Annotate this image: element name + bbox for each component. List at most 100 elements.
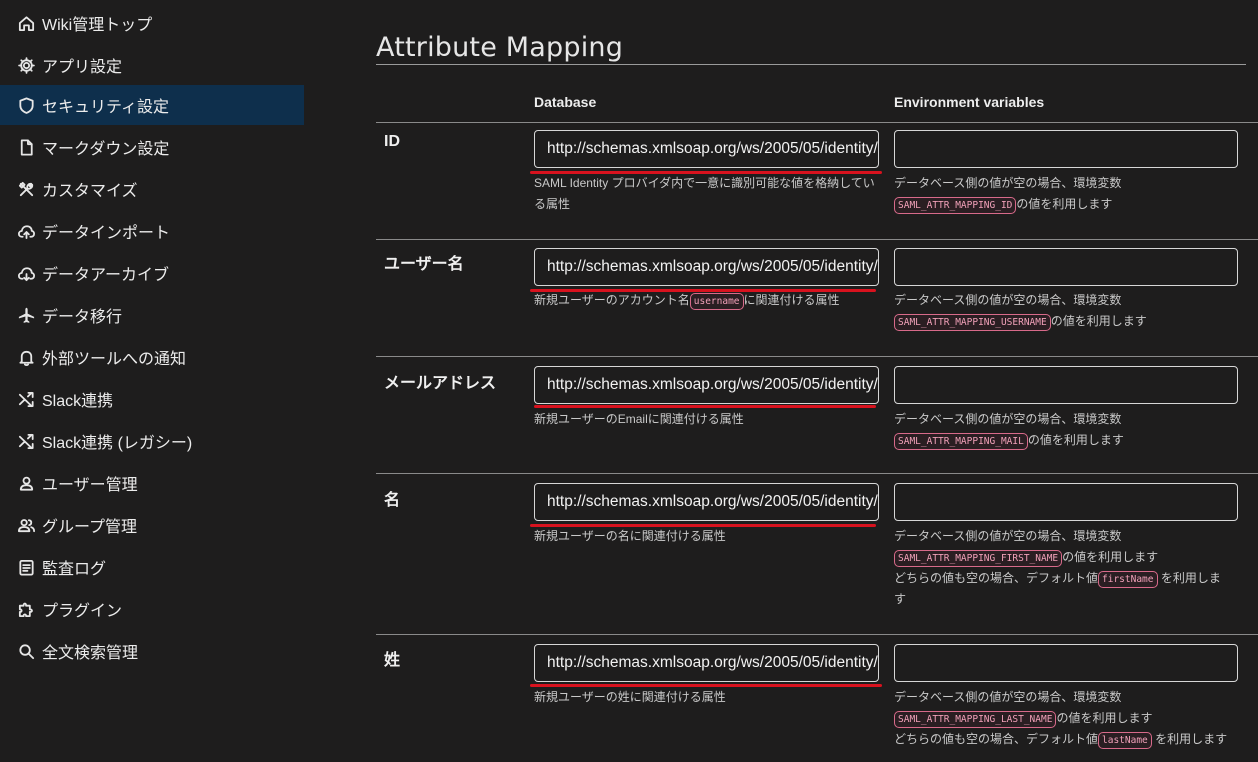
- id-help-text: SAML Identity プロバイダ内で一意に識別可能な値を格納してい る属性: [534, 173, 879, 215]
- tools-icon: [16, 179, 36, 199]
- email-database-input[interactable]: http://schemas.xmlsoap.org/ws/2005/05/id…: [534, 366, 879, 404]
- env-var-code: SAML_ATTR_MAPPING_LAST_NAME: [894, 711, 1057, 728]
- last-name-env-help: データベース側の値が空の場合、環境変数 SAML_ATTR_MAPPING_LAS…: [894, 687, 1244, 750]
- email-env-input[interactable]: [894, 366, 1238, 404]
- search-icon: [16, 641, 36, 661]
- sidebar-item-plugins[interactable]: プラグイン: [0, 589, 304, 629]
- title-divider: [376, 64, 1246, 65]
- row-divider: [376, 634, 1258, 635]
- help-text-line: る属性: [534, 197, 571, 211]
- help-text: 新規ユーザーのアカウント名: [534, 293, 690, 307]
- sidebar-item-data-import[interactable]: データインポート: [0, 211, 304, 251]
- sidebar-item-app-settings[interactable]: アプリ設定: [0, 45, 304, 85]
- username-code: username: [689, 293, 744, 310]
- sidebar-item-label: ユーザー管理: [42, 477, 138, 494]
- sidebar-item-customize[interactable]: カスタマイズ: [0, 169, 304, 209]
- bell-icon: [16, 347, 36, 367]
- puzzle-icon: [16, 599, 36, 619]
- document-list-icon: [16, 557, 36, 577]
- first-name-database-input[interactable]: http://schemas.xmlsoap.org/ws/2005/05/id…: [534, 483, 879, 521]
- id-env-input[interactable]: [894, 130, 1238, 168]
- sidebar-item-slack[interactable]: Slack連携: [0, 379, 304, 419]
- env-help-text: の値を利用します: [1050, 314, 1147, 328]
- fallback-help-text: どちらの値も空の場合、デフォルト値: [894, 571, 1099, 585]
- username-env-input[interactable]: [894, 248, 1238, 286]
- sidebar-item-slack-legacy[interactable]: Slack連携 (レガシー): [0, 421, 304, 461]
- id-env-help: データベース側の値が空の場合、環境変数 SAML_ATTR_MAPPING_ID の…: [894, 173, 1244, 215]
- sidebar-item-label: 監査ログ: [42, 561, 107, 578]
- sidebar-item-label: アプリ設定: [42, 59, 123, 76]
- fallback-help-text: を利用します: [1155, 732, 1228, 746]
- sidebar-item-data-migration[interactable]: データ移行: [0, 295, 304, 335]
- env-var-code: SAML_ATTR_MAPPING_MAIL: [894, 433, 1028, 450]
- help-text-line: SAML Identity プロバイダ内で一意に識別可能な値を格納してい: [534, 176, 875, 190]
- shuffle-icon: [16, 431, 36, 451]
- file-icon: [16, 137, 36, 157]
- env-help-text: データベース側の値が空の場合、環境変数: [894, 412, 1122, 426]
- env-var-code: SAML_ATTR_MAPPING_ID: [894, 197, 1017, 214]
- row-divider: [376, 122, 1258, 123]
- env-help-text: データベース側の値が空の場合、環境変数: [894, 690, 1122, 704]
- row-label-last-name: 姓: [384, 652, 401, 669]
- sidebar-item-label: データインポート: [42, 225, 171, 242]
- env-var-code: SAML_ATTR_MAPPING_FIRST_NAME: [894, 550, 1063, 567]
- column-header-env: Environment variables: [894, 94, 1045, 110]
- first-name-env-input[interactable]: [894, 483, 1238, 521]
- group-icon: [16, 515, 36, 535]
- first-name-env-help: データベース側の値が空の場合、環境変数 SAML_ATTR_MAPPING_FIR…: [894, 526, 1244, 610]
- red-underline-annotation: [534, 405, 876, 408]
- sidebar-item-label: Slack連携 (レガシー): [42, 435, 193, 452]
- sidebar-item-label: Slack連携: [42, 393, 114, 410]
- sidebar-item-groups[interactable]: グループ管理: [0, 505, 304, 545]
- cloud-upload-icon: [16, 221, 36, 241]
- sidebar-item-markdown[interactable]: マークダウン設定: [0, 127, 304, 167]
- airplane-icon: [16, 305, 36, 325]
- last-name-env-input[interactable]: [894, 644, 1238, 682]
- env-help-text: の値を利用します: [1062, 550, 1159, 564]
- row-divider: [376, 356, 1258, 357]
- sidebar-item-security[interactable]: セキュリティ設定: [0, 85, 304, 125]
- username-help-text: 新規ユーザーのアカウント名 username に関連付ける属性: [534, 290, 879, 311]
- sidebar-item-label: Wiki管理トップ: [42, 17, 153, 34]
- sidebar-item-label: 外部ツールへの通知: [42, 351, 187, 368]
- sidebar-item-label: カスタマイズ: [42, 183, 138, 200]
- env-help-text: の値を利用します: [1027, 433, 1124, 447]
- username-env-help: データベース側の値が空の場合、環境変数 SAML_ATTR_MAPPING_USE…: [894, 290, 1244, 332]
- shuffle-icon: [16, 389, 36, 409]
- sidebar-item-data-archive[interactable]: データアーカイブ: [0, 253, 304, 293]
- shield-icon: [16, 95, 36, 115]
- fallback-help-text: を利用しま: [1160, 571, 1221, 585]
- env-help-text: データベース側の値が空の場合、環境変数: [894, 529, 1122, 543]
- default-value-code: lastName: [1098, 732, 1152, 749]
- sidebar-item-label: グループ管理: [42, 519, 138, 536]
- username-database-input[interactable]: http://schemas.xmlsoap.org/ws/2005/05/id…: [534, 248, 879, 286]
- last-name-database-input[interactable]: http://schemas.xmlsoap.org/ws/2005/05/id…: [534, 644, 879, 682]
- default-value-code: firstName: [1098, 571, 1158, 588]
- row-divider: [376, 473, 1258, 474]
- home-icon: [16, 13, 36, 33]
- sidebar-item-label: データ移行: [42, 309, 123, 326]
- sidebar-item-notifications[interactable]: 外部ツールへの通知: [0, 337, 304, 377]
- fallback-help-text: す: [894, 592, 907, 606]
- sidebar-item-fulltext-search[interactable]: 全文検索管理: [0, 631, 304, 671]
- column-header-database: Database: [534, 94, 597, 110]
- sidebar-item-wiki-top[interactable]: Wiki管理トップ: [0, 3, 304, 43]
- person-icon: [16, 473, 36, 493]
- env-help-text: の値を利用します: [1056, 711, 1153, 725]
- id-database-input[interactable]: http://schemas.xmlsoap.org/ws/2005/05/id…: [534, 130, 879, 168]
- sidebar-item-label: プラグイン: [42, 603, 123, 620]
- sidebar-item-audit-log[interactable]: 監査ログ: [0, 547, 304, 587]
- sidebar-item-users[interactable]: ユーザー管理: [0, 463, 304, 503]
- row-label-first-name: 名: [384, 492, 401, 509]
- env-help-text: データベース側の値が空の場合、環境変数: [894, 176, 1122, 190]
- env-var-code: SAML_ATTR_MAPPING_USERNAME: [894, 314, 1051, 331]
- fallback-help-text: どちらの値も空の場合、デフォルト値: [894, 732, 1099, 746]
- row-label-email: メールアドレス: [384, 375, 497, 392]
- row-label-id: ID: [384, 133, 400, 150]
- sidebar-item-label: セキュリティ設定: [42, 99, 170, 116]
- help-text: に関連付ける属性: [743, 293, 840, 307]
- sidebar-item-label: マークダウン設定: [42, 141, 170, 158]
- cloud-download-icon: [16, 263, 36, 283]
- row-label-username: ユーザー名: [384, 256, 464, 273]
- first-name-help-text: 新規ユーザーの名に関連付ける属性: [534, 529, 726, 543]
